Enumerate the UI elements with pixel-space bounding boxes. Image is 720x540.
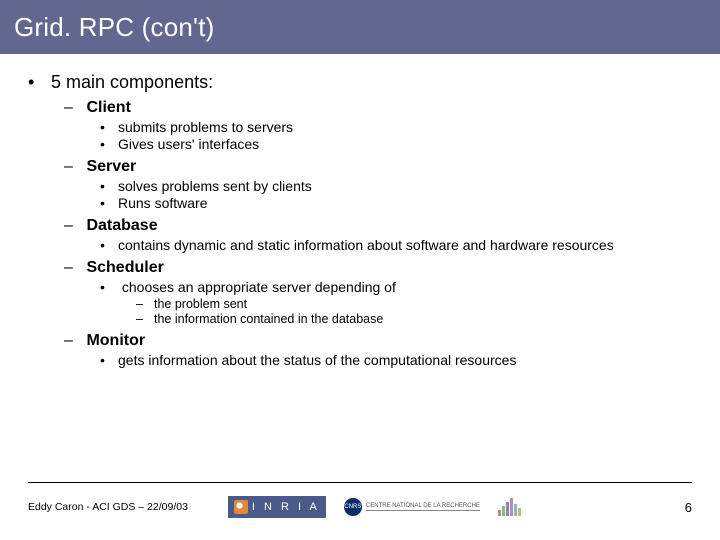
footer: Eddy Caron - ACI GDS – 22/09/03 I N R I …	[0, 482, 720, 540]
content-area: 5 main components: Client submits proble…	[0, 54, 720, 540]
component-name: Client	[86, 99, 130, 116]
list-item: solves problems sent by clients	[100, 178, 720, 194]
page-number: 6	[685, 500, 692, 515]
list-item: chooses an appropriate server depending …	[100, 279, 720, 326]
cnrs-text: CNRS	[344, 504, 361, 510]
bar-icon	[498, 510, 501, 516]
point-text: Gives users' interfaces	[118, 136, 259, 152]
list-item: submits problems to servers	[100, 119, 720, 135]
swirl-icon	[234, 500, 248, 514]
list-item: Gives users' interfaces	[100, 136, 720, 152]
inria-text: I N R I A	[252, 501, 320, 513]
bar-icon	[514, 504, 517, 516]
footer-row: Eddy Caron - ACI GDS – 22/09/03 I N R I …	[28, 496, 692, 518]
list-item: Runs software	[100, 195, 720, 211]
main-heading: 5 main components:	[51, 72, 213, 92]
list-item: Client submits problems to servers Gives…	[64, 99, 720, 152]
logo-group: I N R I A CNRS CENTRE NATIONAL DE LA REC…	[228, 496, 521, 518]
author-line: Eddy Caron - ACI GDS – 22/09/03	[28, 501, 188, 513]
title-bar: Grid. RPC (con't)	[0, 0, 720, 54]
subpoint-text: the problem sent	[154, 297, 247, 311]
list-item: contains dynamic and static information …	[100, 237, 720, 253]
list-item: Server solves problems sent by clients R…	[64, 158, 720, 211]
bars-logo	[498, 498, 521, 516]
slide-title: Grid. RPC (con't)	[14, 12, 215, 43]
point-text: Runs software	[118, 195, 207, 211]
list-item: Database contains dynamic and static inf…	[64, 217, 720, 253]
cnrs-subtext: CENTRE NATIONAL DE LA RECHERCHE	[366, 503, 480, 511]
point-text: submits problems to servers	[118, 119, 293, 135]
point-text: gets information about the status of the…	[118, 352, 516, 368]
point-text: chooses an appropriate server depending …	[122, 279, 396, 295]
list-item: Monitor gets information about the statu…	[64, 332, 720, 368]
list-item: 5 main components: Client submits proble…	[28, 72, 720, 368]
bar-icon	[502, 506, 505, 516]
subpoint-text: the information contained in the databas…	[154, 312, 383, 326]
bar-icon	[510, 498, 513, 516]
list-item: the problem sent	[136, 297, 720, 311]
bar-icon	[506, 502, 509, 516]
list-item: gets information about the status of the…	[100, 352, 720, 368]
list-item: Scheduler chooses an appropriate server …	[64, 259, 720, 326]
inria-logo: I N R I A	[228, 496, 326, 518]
point-text: solves problems sent by clients	[118, 178, 312, 194]
component-name: Monitor	[86, 332, 145, 349]
slide: Grid. RPC (con't) 5 main components: Cli…	[0, 0, 720, 540]
bar-icon	[518, 508, 521, 516]
list-item: the information contained in the databas…	[136, 312, 720, 326]
divider	[28, 482, 692, 483]
component-name: Server	[86, 158, 136, 175]
cnrs-logo: CNRS CENTRE NATIONAL DE LA RECHERCHE	[344, 496, 480, 518]
cnrs-circle-icon: CNRS	[344, 498, 362, 516]
point-text: contains dynamic and static information …	[118, 237, 614, 253]
component-name: Scheduler	[86, 259, 163, 276]
component-name: Database	[86, 217, 157, 234]
